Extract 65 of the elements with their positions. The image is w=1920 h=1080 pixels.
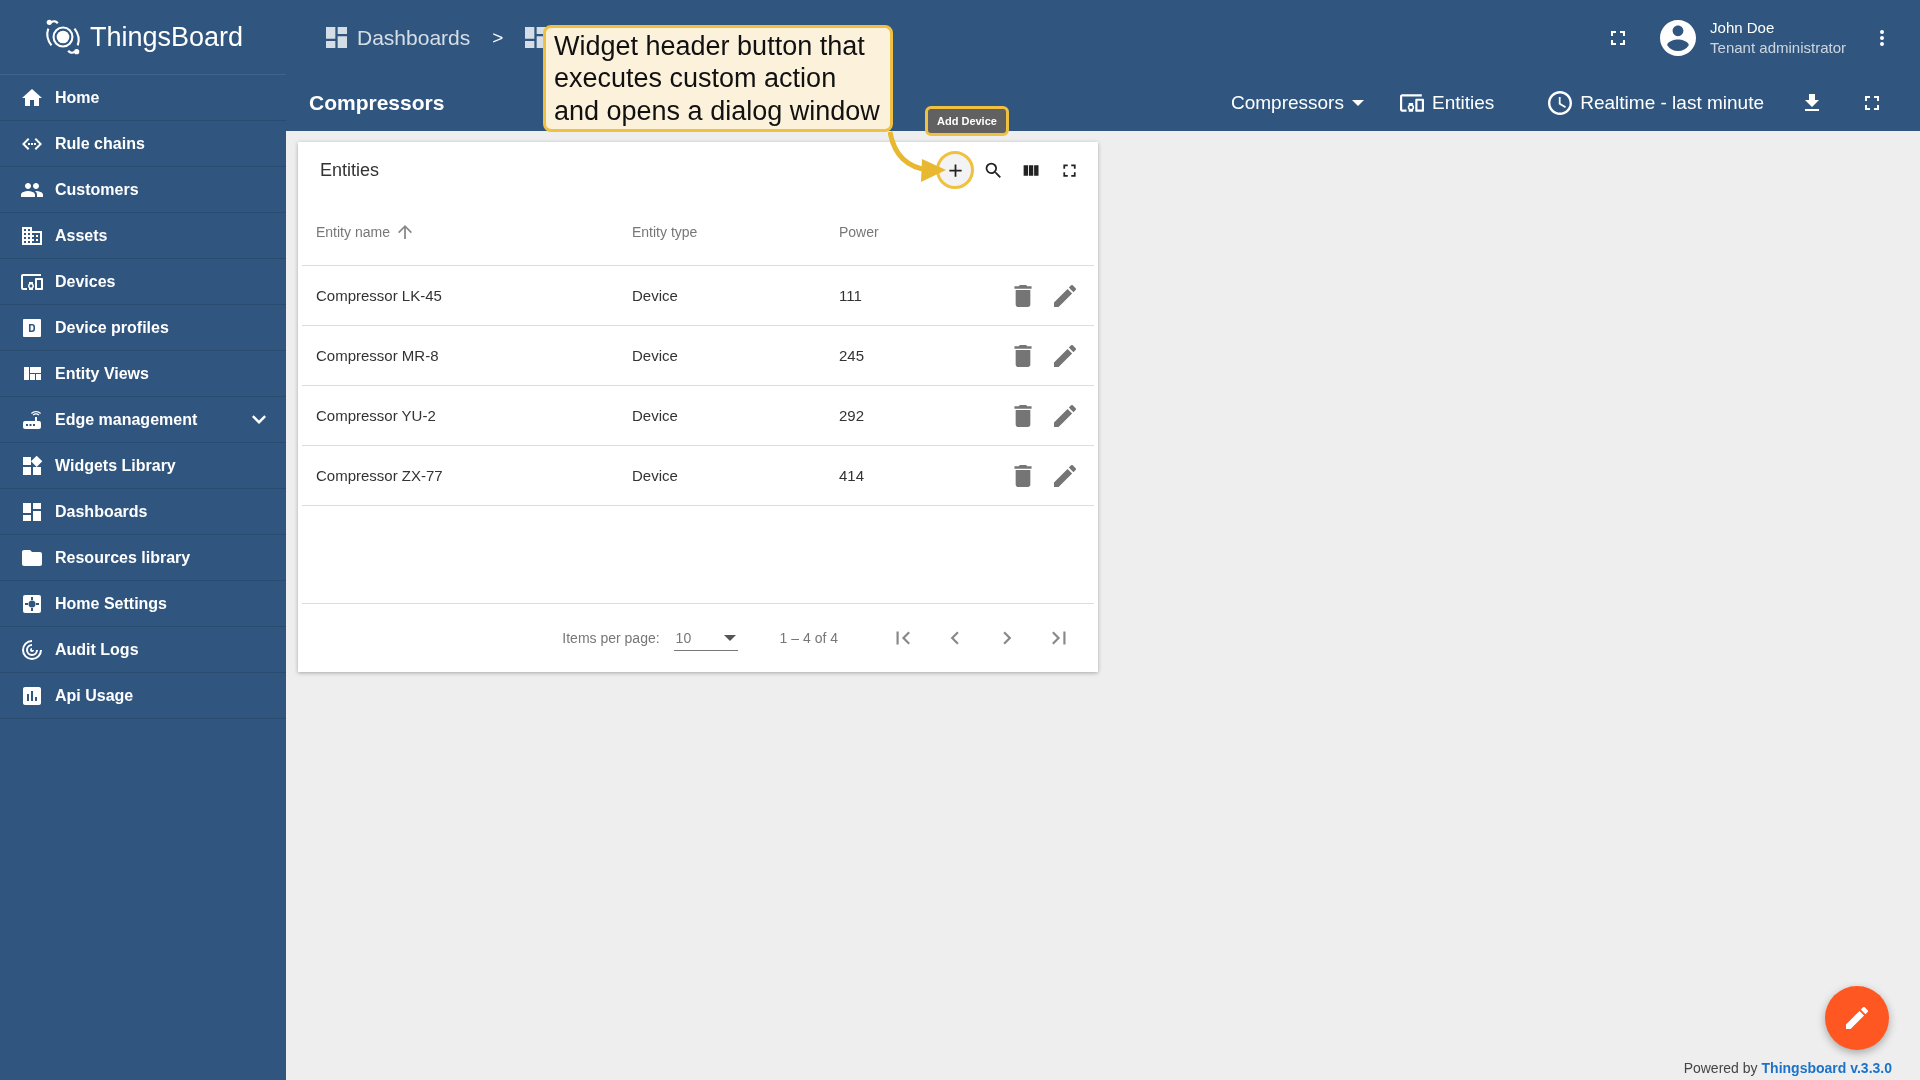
caret-icon [1351, 100, 1364, 106]
powered-by-text: Powered by [1683, 1060, 1758, 1076]
target-icon [20, 637, 44, 662]
chevron-down-icon [252, 415, 266, 424]
sidebar-item[interactable]: Device profiles [0, 305, 286, 351]
brand-name: ThingsBoard [90, 21, 244, 53]
sidebar-item[interactable]: Assets [0, 213, 286, 259]
state-select[interactable]: Compressors [1218, 86, 1376, 120]
column-header[interactable]: Entity name [302, 223, 618, 240]
breadcrumb-link[interactable]: Dashboards [326, 25, 471, 50]
devices-icon [1399, 91, 1424, 115]
clock-icon [1548, 91, 1573, 115]
user-role: Tenant administrator [1710, 39, 1846, 56]
timewindow-button[interactable]: Realtime - last minute [1536, 85, 1776, 121]
sidebar-item[interactable]: Edge management [0, 397, 286, 443]
table-cell-text: Compressor YU-2 [315, 407, 437, 424]
pencil-icon [1846, 1007, 1868, 1029]
pencil-icon [1054, 344, 1076, 367]
page-size-select[interactable]: 10 [673, 625, 738, 651]
sidebar-item[interactable]: Devices [0, 259, 286, 305]
table-cell-text: Compressor ZX-77 [315, 467, 444, 484]
table-cell-text: Compressor MR-8 [315, 347, 440, 364]
sidebar-item[interactable]: Home Settings [0, 581, 286, 627]
sidebar-item[interactable]: Resources library [0, 535, 286, 581]
trash-icon [1012, 284, 1034, 307]
sidebar-item[interactable]: Api Usage [0, 673, 286, 719]
sidebar-item[interactable]: Widgets Library [0, 443, 286, 489]
version-link[interactable]: Thingsboard v.3.3.0 [1761, 1060, 1892, 1076]
trash-icon [1012, 464, 1034, 487]
pencil-icon [1054, 404, 1076, 427]
column-header[interactable]: Entity type [618, 223, 825, 240]
avatar-icon[interactable] [1660, 19, 1697, 56]
sidebar-item[interactable]: Audit Logs [0, 627, 286, 673]
pencil-icon [1054, 464, 1076, 487]
sidebar-item[interactable]: Customers [0, 167, 286, 213]
caret-icon [723, 634, 736, 641]
dashboard-title: Compressors [309, 91, 445, 115]
page-range: 1 – 4 of 4 [779, 630, 838, 646]
table-cell-text: Device [631, 287, 679, 304]
pencil-icon [1054, 284, 1076, 307]
tooltip: Add Device [925, 106, 1009, 136]
trash-icon [1012, 344, 1034, 367]
table-cell-text: Device [631, 467, 679, 484]
table-cell-text: 245 [838, 347, 866, 364]
items-per-page-label: Items per page: [562, 630, 660, 646]
table-cell-text: Device [631, 407, 679, 424]
sidebar-item[interactable]: Entity Views [0, 351, 286, 397]
edit-fab-button[interactable] [1825, 986, 1889, 1050]
column-header[interactable]: Power [825, 223, 975, 240]
entities-button[interactable]: Entities [1387, 85, 1507, 121]
dashboard-icon [326, 27, 347, 48]
table-cell-text: 292 [838, 407, 866, 424]
sidebar-item[interactable]: Dashboards [0, 489, 286, 535]
user-name: John Doe [1710, 19, 1776, 36]
sort-arrow-icon [397, 224, 412, 239]
sidebar-item[interactable]: Home [0, 75, 286, 121]
table-cell-text: 111 [838, 287, 863, 304]
widget-title: Entities [320, 159, 380, 181]
table-cell-text: Compressor LK-45 [315, 287, 443, 304]
widgets-icon [20, 453, 44, 478]
breadcrumb-separator: > [492, 26, 504, 49]
annotation-callout: Widget header button that executes custom action and opens a dialog window [543, 25, 893, 133]
table-cell-text: 414 [838, 467, 866, 484]
trash-icon [1012, 404, 1034, 427]
table-cell-text: Device [631, 347, 679, 364]
